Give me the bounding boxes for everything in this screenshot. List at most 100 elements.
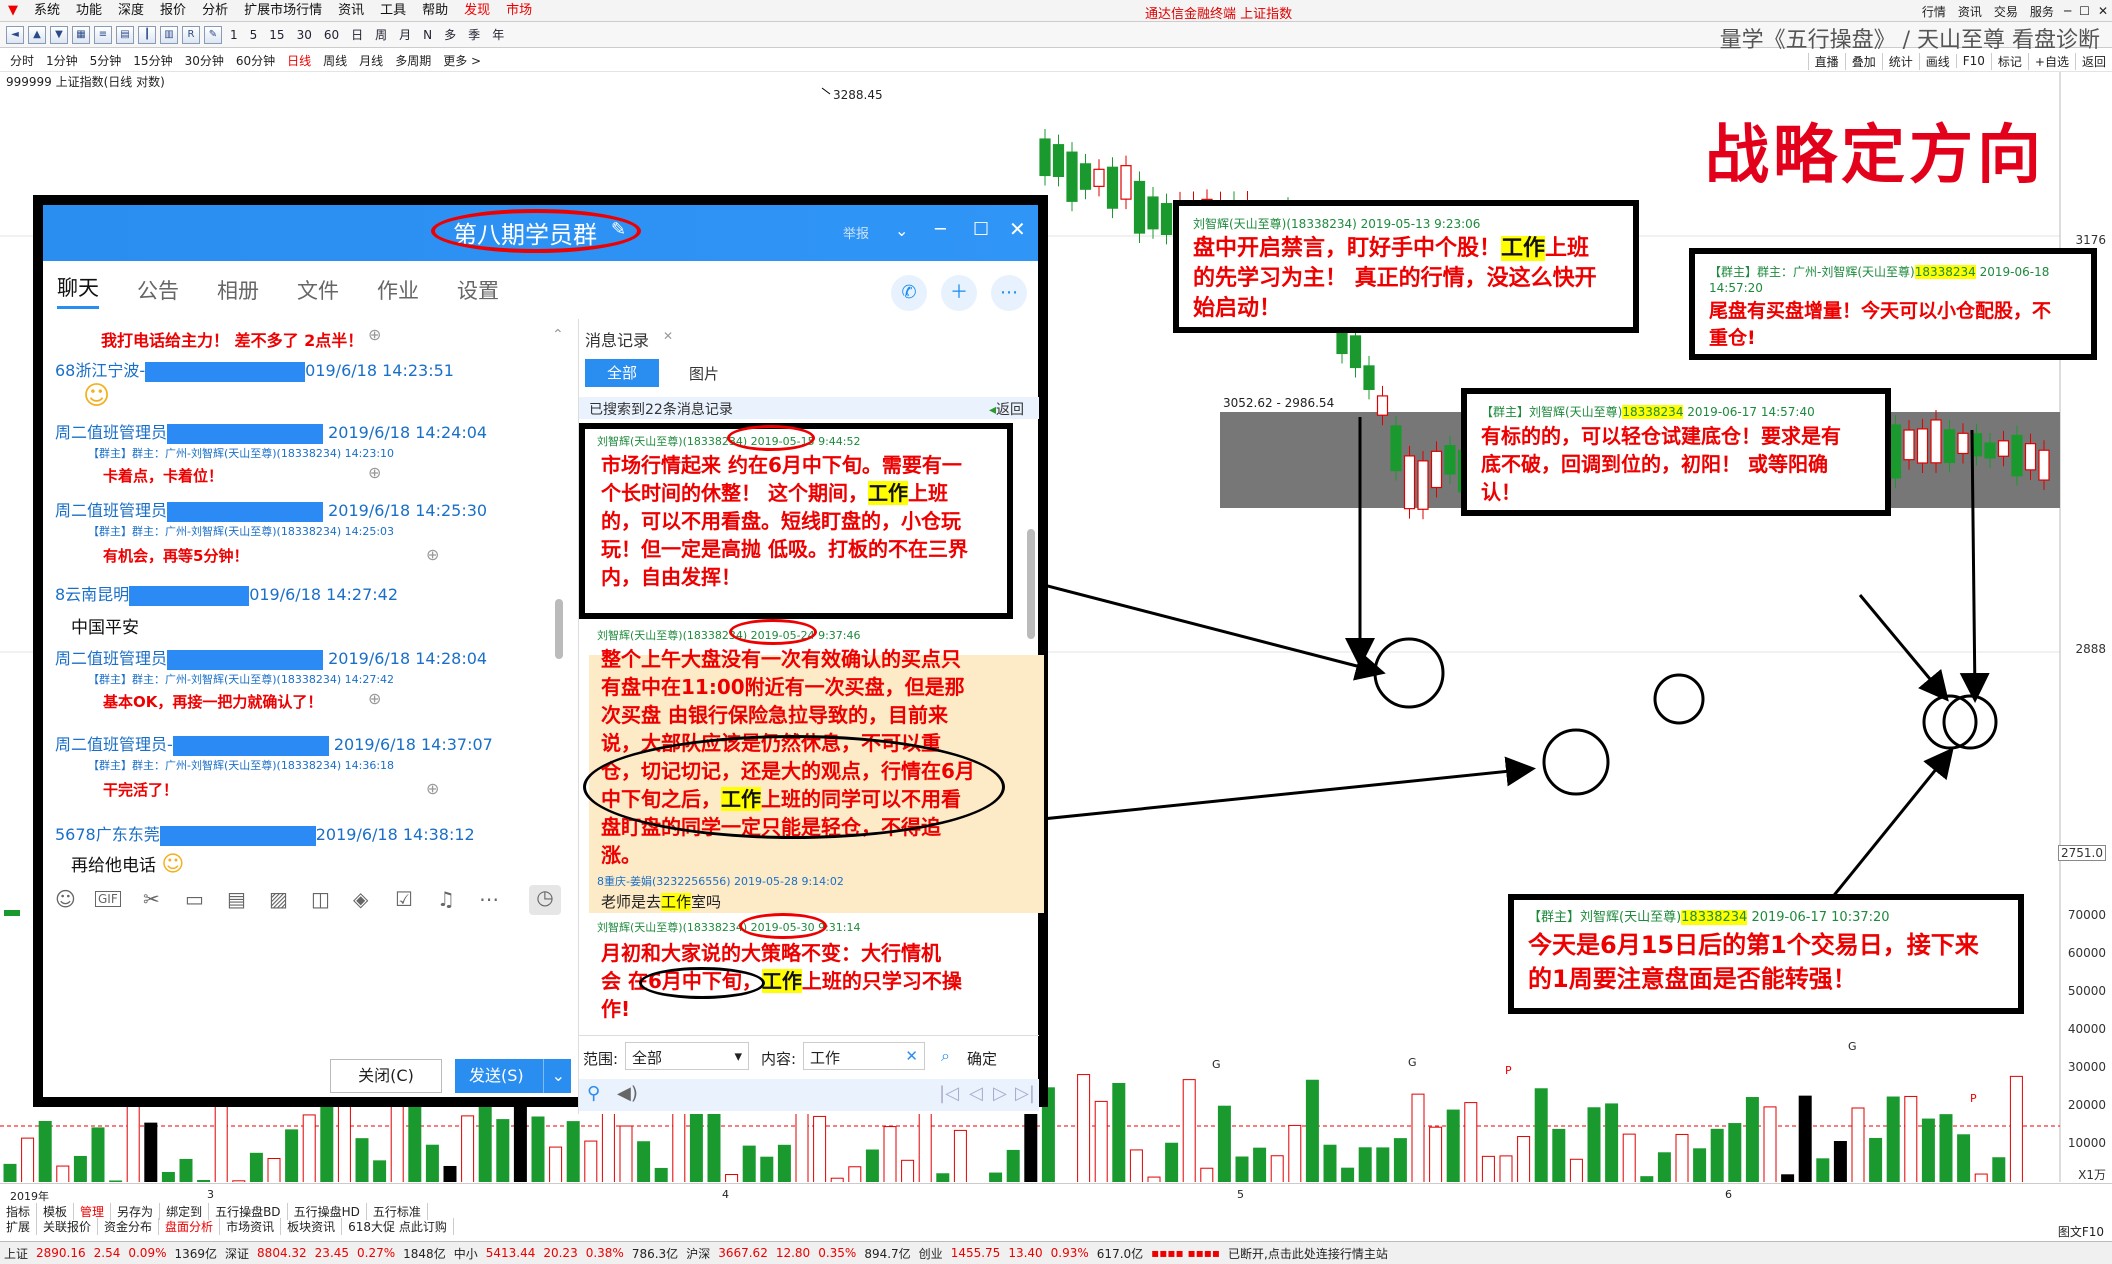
- task-icon[interactable]: ☑: [395, 887, 413, 911]
- chart-icon[interactable]: ▤: [116, 25, 134, 44]
- tab-fund-dist[interactable]: 资金分布: [98, 1218, 160, 1235]
- period-year[interactable]: 年: [486, 26, 510, 43]
- image-icon[interactable]: ▨: [269, 887, 288, 911]
- chevron-down-icon[interactable]: ⌄: [542, 1059, 565, 1093]
- tab-homework[interactable]: 作业: [377, 275, 419, 305]
- index-name[interactable]: 创业: [915, 1245, 947, 1262]
- zoom-icon[interactable]: ⊕: [368, 689, 381, 708]
- period-tab[interactable]: 60分钟: [230, 52, 281, 69]
- menu-extended-market[interactable]: 扩展市场行情: [236, 0, 330, 22]
- tab-chat[interactable]: 聊天: [57, 272, 99, 309]
- period-30[interactable]: 30: [291, 28, 318, 42]
- period-tab[interactable]: 多周期: [389, 52, 437, 69]
- report-link[interactable]: 举报: [843, 223, 869, 242]
- period-tab[interactable]: 周线: [317, 52, 353, 69]
- history-icon[interactable]: ◷: [529, 885, 561, 915]
- menu-quote[interactable]: 报价: [152, 0, 194, 22]
- tab-related-quote[interactable]: 关联报价: [37, 1218, 99, 1235]
- menu-system[interactable]: 系统: [26, 0, 68, 22]
- minimize-icon[interactable]: ─: [2060, 4, 2075, 18]
- list-icon[interactable]: ≡: [94, 25, 112, 44]
- period-tab[interactable]: 分时: [4, 52, 40, 69]
- send-button[interactable]: 发送(S) ⌄: [455, 1059, 571, 1093]
- period-tab[interactable]: 月线: [353, 52, 389, 69]
- kline-icon[interactable]: ┃: [138, 25, 156, 44]
- f10-button[interactable]: F10: [1955, 54, 1991, 68]
- emoji-icon[interactable]: ☺: [55, 887, 76, 911]
- confirm-button[interactable]: 确定: [967, 1048, 997, 1069]
- back-link[interactable]: ◂返回: [989, 399, 1024, 419]
- chevron-down-icon[interactable]: ⌄: [895, 221, 908, 240]
- zoom-icon[interactable]: ⊕: [426, 779, 439, 798]
- period-tab[interactable]: 更多 >: [437, 52, 487, 69]
- period-15[interactable]: 15: [263, 28, 290, 42]
- nav-news[interactable]: 资讯: [1952, 3, 1988, 20]
- back-icon[interactable]: ◄: [6, 25, 24, 44]
- zoom-icon[interactable]: ⊕: [368, 325, 381, 344]
- tab-album[interactable]: 相册: [217, 275, 259, 305]
- period-month[interactable]: 月: [393, 26, 417, 43]
- connection-status[interactable]: 已断开,点击此处连接行情主站: [1224, 1245, 1392, 1262]
- index-name[interactable]: 深证: [221, 1245, 253, 1262]
- app-logo-icon[interactable]: ▼: [0, 0, 26, 22]
- scissors-icon[interactable]: ✂: [143, 887, 160, 911]
- tab-sector-news[interactable]: 板块资讯: [281, 1218, 343, 1235]
- period-1[interactable]: 1: [224, 28, 244, 42]
- add-watchlist-button[interactable]: +自选: [2027, 52, 2075, 70]
- pen-icon[interactable]: ✎: [204, 25, 222, 44]
- zoom-icon[interactable]: ⊕: [426, 545, 439, 564]
- tab-market-analysis[interactable]: 盘面分析: [159, 1218, 221, 1235]
- tab-settings[interactable]: 设置: [457, 275, 499, 305]
- menu-analysis[interactable]: 分析: [194, 0, 236, 22]
- file-icon[interactable]: ▤: [227, 887, 246, 911]
- bag-icon[interactable]: ◫: [311, 887, 330, 911]
- period-tab[interactable]: 5分钟: [84, 52, 128, 69]
- prev-page-icon[interactable]: ◁: [969, 1083, 983, 1104]
- f10-link[interactable]: 图文F10: [2058, 1223, 2104, 1240]
- draw-button[interactable]: 画线: [1918, 52, 1956, 70]
- more-icon[interactable]: ⋯: [991, 275, 1027, 311]
- mark-button[interactable]: 标记: [1990, 52, 2028, 70]
- period-day[interactable]: 日: [345, 26, 369, 43]
- tab-promo[interactable]: 618大促 点此订购: [342, 1218, 454, 1235]
- period-5[interactable]: 5: [244, 28, 264, 42]
- rsi-icon[interactable]: R: [182, 25, 200, 44]
- menu-news[interactable]: 资讯: [330, 0, 372, 22]
- grid-icon[interactable]: ▦: [72, 25, 90, 44]
- period-week[interactable]: 周: [369, 26, 393, 43]
- more-icon[interactable]: ⋯: [479, 887, 499, 911]
- scrollbar-thumb[interactable]: [1027, 529, 1035, 639]
- close-icon[interactable]: ✕: [663, 329, 673, 343]
- tab-extend[interactable]: 扩展: [0, 1218, 38, 1235]
- zoom-icon[interactable]: ⊕: [368, 463, 381, 482]
- index-name[interactable]: 中小: [450, 1245, 482, 1262]
- tab-files[interactable]: 文件: [297, 275, 339, 305]
- index-name[interactable]: 沪深: [682, 1245, 714, 1262]
- add-chat-icon[interactable]: ＋: [941, 275, 977, 311]
- down-icon[interactable]: ▼: [50, 25, 68, 44]
- gift-icon[interactable]: ◈: [353, 887, 368, 911]
- last-page-icon[interactable]: ▷|: [1015, 1083, 1035, 1104]
- table-icon[interactable]: ▥: [160, 25, 178, 44]
- tab-pictures[interactable]: 图片: [689, 363, 719, 384]
- period-quarter[interactable]: 季: [462, 26, 486, 43]
- index-name[interactable]: 上证: [0, 1245, 32, 1262]
- folder-icon[interactable]: ▭: [185, 887, 204, 911]
- tab-market-news[interactable]: 市场资讯: [220, 1218, 282, 1235]
- chat-message-list[interactable]: 我打电话给主力！ 差不多了 2点半！ ⊕ 68浙江宁波- 019/6/18 14:…: [43, 319, 573, 879]
- menu-market[interactable]: 市场: [498, 0, 540, 22]
- next-page-icon[interactable]: ▷: [993, 1083, 1007, 1104]
- period-n[interactable]: N: [417, 28, 438, 42]
- period-tab[interactable]: 30分钟: [179, 52, 230, 69]
- maximize-icon[interactable]: ☐: [2075, 4, 2094, 18]
- scrollbar-thumb[interactable]: [555, 599, 563, 659]
- tab-all[interactable]: 全部: [585, 359, 659, 387]
- up-icon[interactable]: ▲: [28, 25, 46, 44]
- content-input[interactable]: 工作 ✕: [803, 1042, 925, 1070]
- menu-help[interactable]: 帮助: [414, 0, 456, 22]
- nav-quote[interactable]: 行情: [1916, 3, 1952, 20]
- search-icon[interactable]: ⌕: [941, 1046, 950, 1066]
- minimize-icon[interactable]: ─: [935, 219, 946, 240]
- period-tab-active[interactable]: 日线: [281, 52, 317, 69]
- search-icon[interactable]: ⚲: [587, 1083, 600, 1104]
